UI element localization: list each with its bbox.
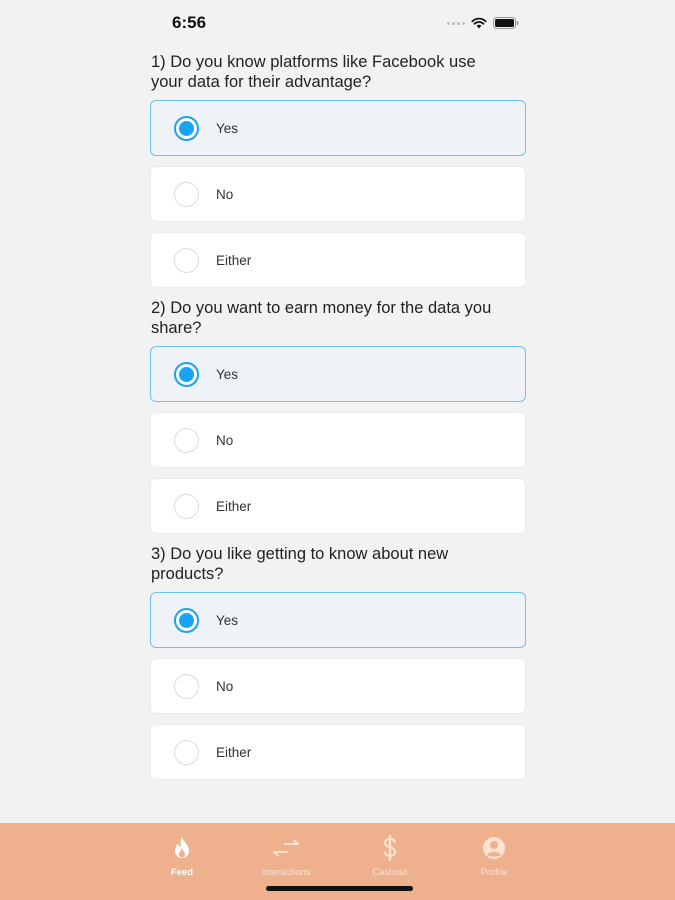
tab-label: Cashout	[372, 867, 408, 878]
q2-option-yes[interactable]: Yes	[150, 346, 526, 402]
tab-label: Interactions	[261, 867, 311, 878]
q1-option-either[interactable]: Either	[150, 232, 526, 288]
q3-option-either[interactable]: Either	[150, 724, 526, 780]
radio-selected-icon[interactable]	[174, 361, 199, 387]
survey-content: 1) Do you know platforms like Facebook u…	[150, 52, 526, 790]
question-block-3: 3) Do you like getting to know about new…	[150, 544, 526, 780]
radio-unselected-icon[interactable]	[174, 493, 199, 519]
battery-icon	[493, 17, 519, 29]
status-time: 6:56	[172, 13, 207, 32]
q2-option-either[interactable]: Either	[150, 478, 526, 534]
tab-cashout[interactable]: Cashout	[350, 835, 430, 878]
radio-unselected-icon[interactable]	[174, 181, 199, 207]
question-3-text: 3) Do you like getting to know about new…	[151, 545, 449, 583]
tab-label: Profile	[480, 867, 508, 878]
option-label: No	[216, 678, 234, 694]
option-label: Either	[216, 498, 252, 514]
flame-icon	[172, 835, 192, 861]
q3-option-yes[interactable]: Yes	[150, 592, 526, 648]
wifi-icon	[471, 17, 487, 29]
q3-option-no[interactable]: No	[150, 658, 526, 714]
tab-label: Feed	[170, 867, 194, 878]
radio-unselected-icon[interactable]	[174, 673, 199, 699]
question-2-text: 2) Do you want to earn money for the dat…	[151, 299, 492, 337]
option-label: Either	[216, 744, 252, 760]
option-label: Either	[216, 252, 252, 268]
question-block-1: 1) Do you know platforms like Facebook u…	[150, 52, 526, 288]
tab-feed[interactable]: Feed	[142, 835, 222, 878]
option-label: Yes	[216, 612, 239, 628]
option-label: Yes	[216, 366, 239, 382]
question-1-text: 1) Do you know platforms like Facebook u…	[151, 53, 476, 91]
radio-unselected-icon[interactable]	[174, 247, 199, 273]
status-bar: 6:56	[150, 0, 525, 46]
radio-unselected-icon[interactable]	[174, 739, 199, 765]
home-indicator[interactable]	[266, 886, 413, 891]
q2-option-no[interactable]: No	[150, 412, 526, 468]
tab-profile[interactable]: Profile	[454, 835, 534, 878]
q1-option-no[interactable]: No	[150, 166, 526, 222]
radio-selected-icon[interactable]	[174, 115, 199, 141]
option-label: No	[216, 432, 234, 448]
user-circle-icon	[482, 835, 506, 861]
tab-interactions[interactable]: Interactions	[246, 835, 326, 878]
question-block-2: 2) Do you want to earn money for the dat…	[150, 298, 526, 534]
cellular-signal-icon	[447, 21, 465, 25]
option-label: No	[216, 186, 234, 202]
status-icons	[447, 16, 519, 30]
arrows-exchange-icon	[272, 835, 300, 861]
radio-unselected-icon[interactable]	[174, 427, 199, 453]
option-label: Yes	[216, 120, 239, 136]
dollar-icon	[381, 835, 399, 861]
q1-option-yes[interactable]: Yes	[150, 100, 526, 156]
radio-selected-icon[interactable]	[174, 607, 199, 633]
